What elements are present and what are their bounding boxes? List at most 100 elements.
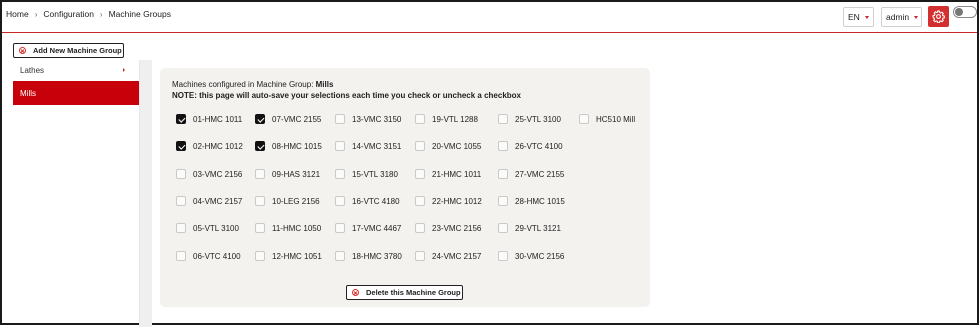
machine-checkbox-item[interactable]: 06-VTC 4100 bbox=[176, 251, 241, 261]
machine-label: 05-VTL 3100 bbox=[193, 223, 239, 233]
user-menu[interactable]: admin bbox=[881, 7, 922, 27]
language-select[interactable]: EN bbox=[843, 7, 874, 27]
machine-label: 26-VTC 4100 bbox=[515, 141, 563, 151]
theme-toggle[interactable] bbox=[953, 6, 977, 18]
machine-checkbox[interactable] bbox=[415, 141, 425, 151]
breadcrumb: Home › Configuration › Machine Groups bbox=[6, 9, 171, 19]
machine-checkbox[interactable] bbox=[498, 196, 508, 206]
column-divider bbox=[140, 60, 152, 327]
breadcrumb-home[interactable]: Home bbox=[6, 9, 29, 19]
machine-label: 13-VMC 3150 bbox=[352, 114, 402, 124]
machine-checkbox-item[interactable]: 05-VTL 3100 bbox=[176, 223, 239, 233]
machine-checkbox[interactable] bbox=[255, 114, 265, 124]
machine-checkbox[interactable] bbox=[335, 141, 345, 151]
machine-checkbox-item[interactable]: 21-HMC 1011 bbox=[415, 169, 481, 179]
machine-label: 02-HMC 1012 bbox=[193, 141, 243, 151]
machine-checkbox[interactable] bbox=[415, 223, 425, 233]
machine-checkbox-item[interactable]: 26-VTC 4100 bbox=[498, 141, 563, 151]
sidebar-item-lathes[interactable]: Lathes bbox=[13, 60, 139, 81]
machine-checkbox-item[interactable]: 10-LEG 2156 bbox=[255, 196, 320, 206]
machine-checkbox-item[interactable]: 15-VTL 3180 bbox=[335, 169, 398, 179]
machine-label: HC510 Mill bbox=[596, 114, 636, 124]
machine-label: 14-VMC 3151 bbox=[352, 141, 402, 151]
machine-checkbox[interactable] bbox=[335, 114, 345, 124]
machine-checkbox-item[interactable]: 22-HMC 1012 bbox=[415, 196, 482, 206]
machine-checkbox[interactable] bbox=[335, 251, 345, 261]
machine-label: 08-HMC 1015 bbox=[272, 141, 322, 151]
breadcrumb-separator-icon: › bbox=[34, 9, 38, 19]
add-machine-group-button[interactable]: Add New Machine Group bbox=[13, 43, 124, 58]
machine-checkbox[interactable] bbox=[498, 114, 508, 124]
machine-checkbox-item[interactable]: 13-VMC 3150 bbox=[335, 114, 401, 124]
machine-label: 17-VMC 4467 bbox=[352, 223, 402, 233]
machine-checkbox[interactable] bbox=[176, 196, 186, 206]
machine-checkbox[interactable] bbox=[176, 169, 186, 179]
machine-label: 10-LEG 2156 bbox=[272, 196, 320, 206]
machine-checkbox[interactable] bbox=[415, 251, 425, 261]
machine-checkbox[interactable] bbox=[335, 196, 345, 206]
machine-checkbox[interactable] bbox=[255, 251, 265, 261]
machine-checkbox-item[interactable]: 01-HMC 1011 bbox=[176, 114, 242, 124]
machine-checkbox-item[interactable]: 02-HMC 1012 bbox=[176, 141, 243, 151]
machine-checkbox[interactable] bbox=[498, 223, 508, 233]
machine-checkbox[interactable] bbox=[579, 114, 589, 124]
breadcrumb-machine-groups: Machine Groups bbox=[108, 9, 171, 19]
machine-checkbox-item[interactable]: 29-VTL 3121 bbox=[498, 223, 561, 233]
machine-checkbox-item[interactable]: 03-VMC 2156 bbox=[176, 169, 242, 179]
machine-checkbox-item[interactable]: 18-HMC 3780 bbox=[335, 251, 402, 261]
machine-checkbox[interactable] bbox=[415, 196, 425, 206]
machine-checkbox[interactable] bbox=[176, 223, 186, 233]
machine-checkbox[interactable] bbox=[176, 141, 186, 151]
machine-checkbox[interactable] bbox=[255, 141, 265, 151]
machine-checkbox-item[interactable]: 27-VMC 2155 bbox=[498, 169, 564, 179]
machine-checkbox[interactable] bbox=[498, 251, 508, 261]
delete-machine-group-button[interactable]: Delete this Machine Group bbox=[346, 285, 463, 300]
machine-checkbox-item[interactable]: 11-HMC 1050 bbox=[255, 223, 321, 233]
machine-label: 11-HMC 1050 bbox=[272, 223, 322, 233]
machine-checkbox[interactable] bbox=[498, 141, 508, 151]
machine-label: 16-VTC 4180 bbox=[352, 196, 400, 206]
machine-checkbox-item[interactable]: 09-HAS 3121 bbox=[255, 169, 320, 179]
machine-checkbox[interactable] bbox=[176, 251, 186, 261]
machine-checkbox-item[interactable]: 20-VMC 1055 bbox=[415, 141, 481, 151]
sidebar-item-mills[interactable]: Mills bbox=[13, 81, 139, 105]
machine-checkbox[interactable] bbox=[255, 196, 265, 206]
machine-label: 18-HMC 3780 bbox=[352, 251, 402, 261]
machine-checkbox[interactable] bbox=[498, 169, 508, 179]
machine-group-panel: Machines configured in Machine Group: Mi… bbox=[160, 68, 650, 307]
machine-checkbox-item[interactable]: 28-HMC 1015 bbox=[498, 196, 565, 206]
machine-checkbox[interactable] bbox=[415, 169, 425, 179]
machine-checkbox[interactable] bbox=[335, 223, 345, 233]
machine-checkbox-item[interactable]: 30-VMC 2156 bbox=[498, 251, 564, 261]
group-name: Mills bbox=[315, 80, 334, 89]
machine-label: 30-VMC 2156 bbox=[515, 251, 565, 261]
machine-checkbox-item[interactable]: 16-VTC 4180 bbox=[335, 196, 400, 206]
machine-checkbox[interactable] bbox=[255, 169, 265, 179]
machine-label: 20-VMC 1055 bbox=[432, 141, 482, 151]
chevron-right-icon bbox=[123, 68, 125, 72]
toggle-knob bbox=[955, 8, 963, 16]
machine-checkbox-item[interactable]: 08-HMC 1015 bbox=[255, 141, 322, 151]
machine-checkbox-item[interactable]: 07-VMC 2155 bbox=[255, 114, 321, 124]
machine-checkbox[interactable] bbox=[415, 114, 425, 124]
machine-checkbox-item[interactable]: 17-VMC 4467 bbox=[335, 223, 401, 233]
machine-checkbox-item[interactable]: 14-VMC 3151 bbox=[335, 141, 401, 151]
delete-machine-group-label: Delete this Machine Group bbox=[366, 288, 461, 297]
machine-checkbox[interactable] bbox=[255, 223, 265, 233]
machine-label: 24-VMC 2157 bbox=[432, 251, 482, 261]
machine-checkbox[interactable] bbox=[176, 114, 186, 124]
machine-checkbox-item[interactable]: 23-VMC 2156 bbox=[415, 223, 481, 233]
machine-label: 28-HMC 1015 bbox=[515, 196, 565, 206]
machine-checkbox-item[interactable]: 24-VMC 2157 bbox=[415, 251, 481, 261]
settings-button[interactable] bbox=[928, 6, 949, 27]
machine-checkbox-item[interactable]: HC510 Mill bbox=[579, 114, 635, 124]
machine-checkbox-item[interactable]: 12-HMC 1051 bbox=[255, 251, 322, 261]
machine-checkbox-item[interactable]: 19-VTL 1288 bbox=[415, 114, 478, 124]
machine-checkbox[interactable] bbox=[335, 169, 345, 179]
breadcrumb-configuration[interactable]: Configuration bbox=[43, 9, 94, 19]
machine-checkbox-item[interactable]: 04-VMC 2157 bbox=[176, 196, 242, 206]
add-machine-group-label: Add New Machine Group bbox=[33, 46, 122, 55]
machine-checkbox-item[interactable]: 25-VTL 3100 bbox=[498, 114, 561, 124]
language-value: EN bbox=[848, 12, 860, 22]
machine-label: 15-VTL 3180 bbox=[352, 169, 398, 179]
